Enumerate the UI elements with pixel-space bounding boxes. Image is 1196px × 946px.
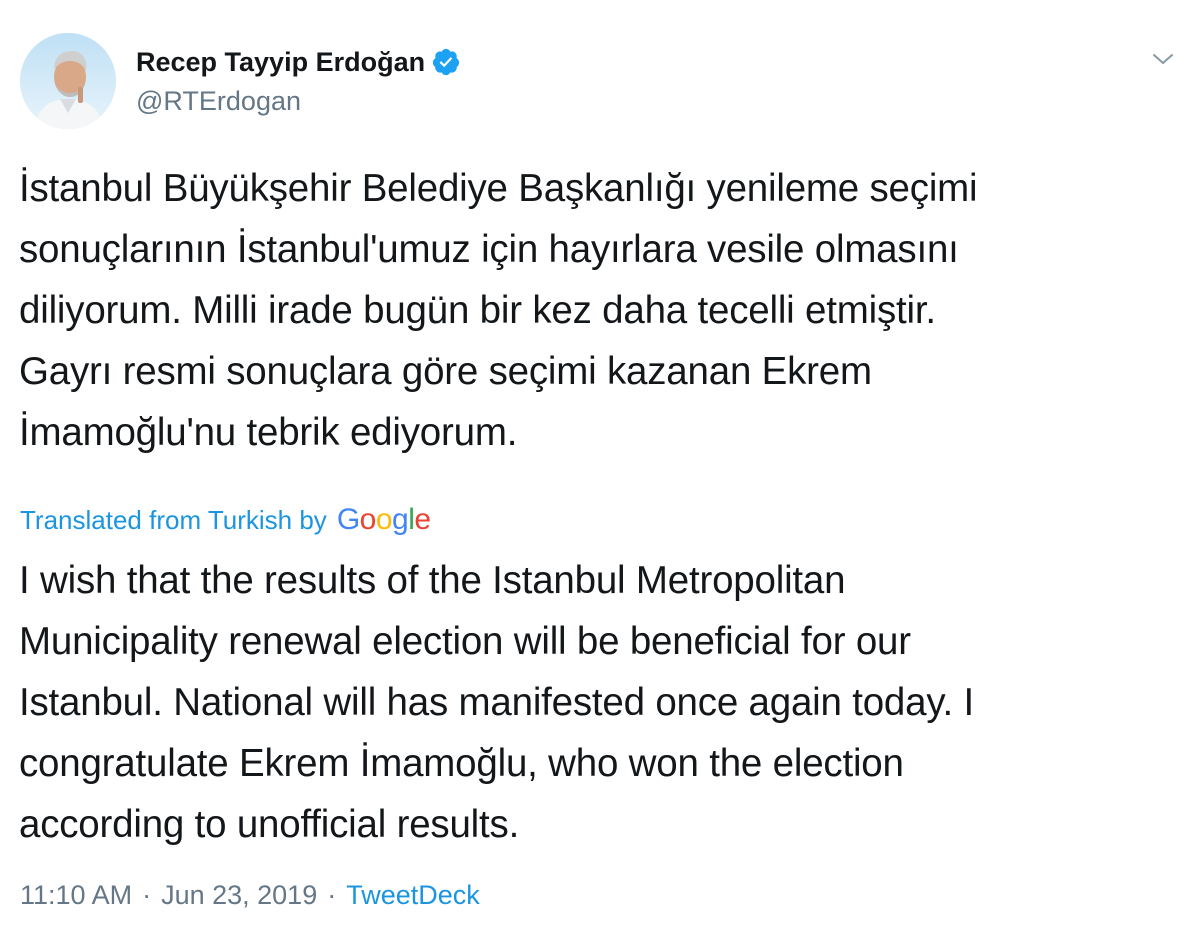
verified-badge-icon [431, 47, 461, 77]
avatar-portrait-icon [20, 33, 116, 129]
tweet-time[interactable]: 11:10 AM [20, 880, 132, 911]
author-display-name[interactable]: Recep Tayyip Erdoğan [136, 47, 425, 78]
translated-by-link[interactable]: Translated from Turkish by Google [20, 500, 431, 540]
profile-avatar[interactable] [20, 33, 116, 129]
google-logo-letter: g [392, 503, 409, 536]
meta-separator: · [327, 880, 337, 910]
tweet-source-link[interactable]: TweetDeck [346, 880, 480, 911]
chevron-down-icon[interactable] [1148, 44, 1178, 74]
tweet-metadata: 11:10 AM · Jun 23, 2019 · TweetDeck [20, 880, 480, 911]
google-logo: Google [337, 500, 431, 540]
google-logo-letter: o [375, 503, 393, 536]
google-logo-letter: G [336, 503, 360, 536]
translated-by-label: Translated from Turkish by [20, 505, 327, 535]
tweet-card: Recep Tayyip Erdoğan @RTErdogan İstanbul… [0, 0, 1196, 946]
tweet-original-text: İstanbul Büyükşehir Belediye Başkanlığı … [19, 167, 978, 454]
google-logo-letter: o [359, 503, 377, 536]
tweet-date[interactable]: Jun 23, 2019 [161, 880, 317, 911]
google-logo-letter: e [414, 503, 431, 536]
author-handle[interactable]: @RTErdogan [136, 86, 301, 117]
tweet-translated-text: I wish that the results of the Istanbul … [19, 559, 975, 846]
meta-separator: · [142, 880, 152, 910]
author-name-row: Recep Tayyip Erdoğan [136, 44, 461, 80]
